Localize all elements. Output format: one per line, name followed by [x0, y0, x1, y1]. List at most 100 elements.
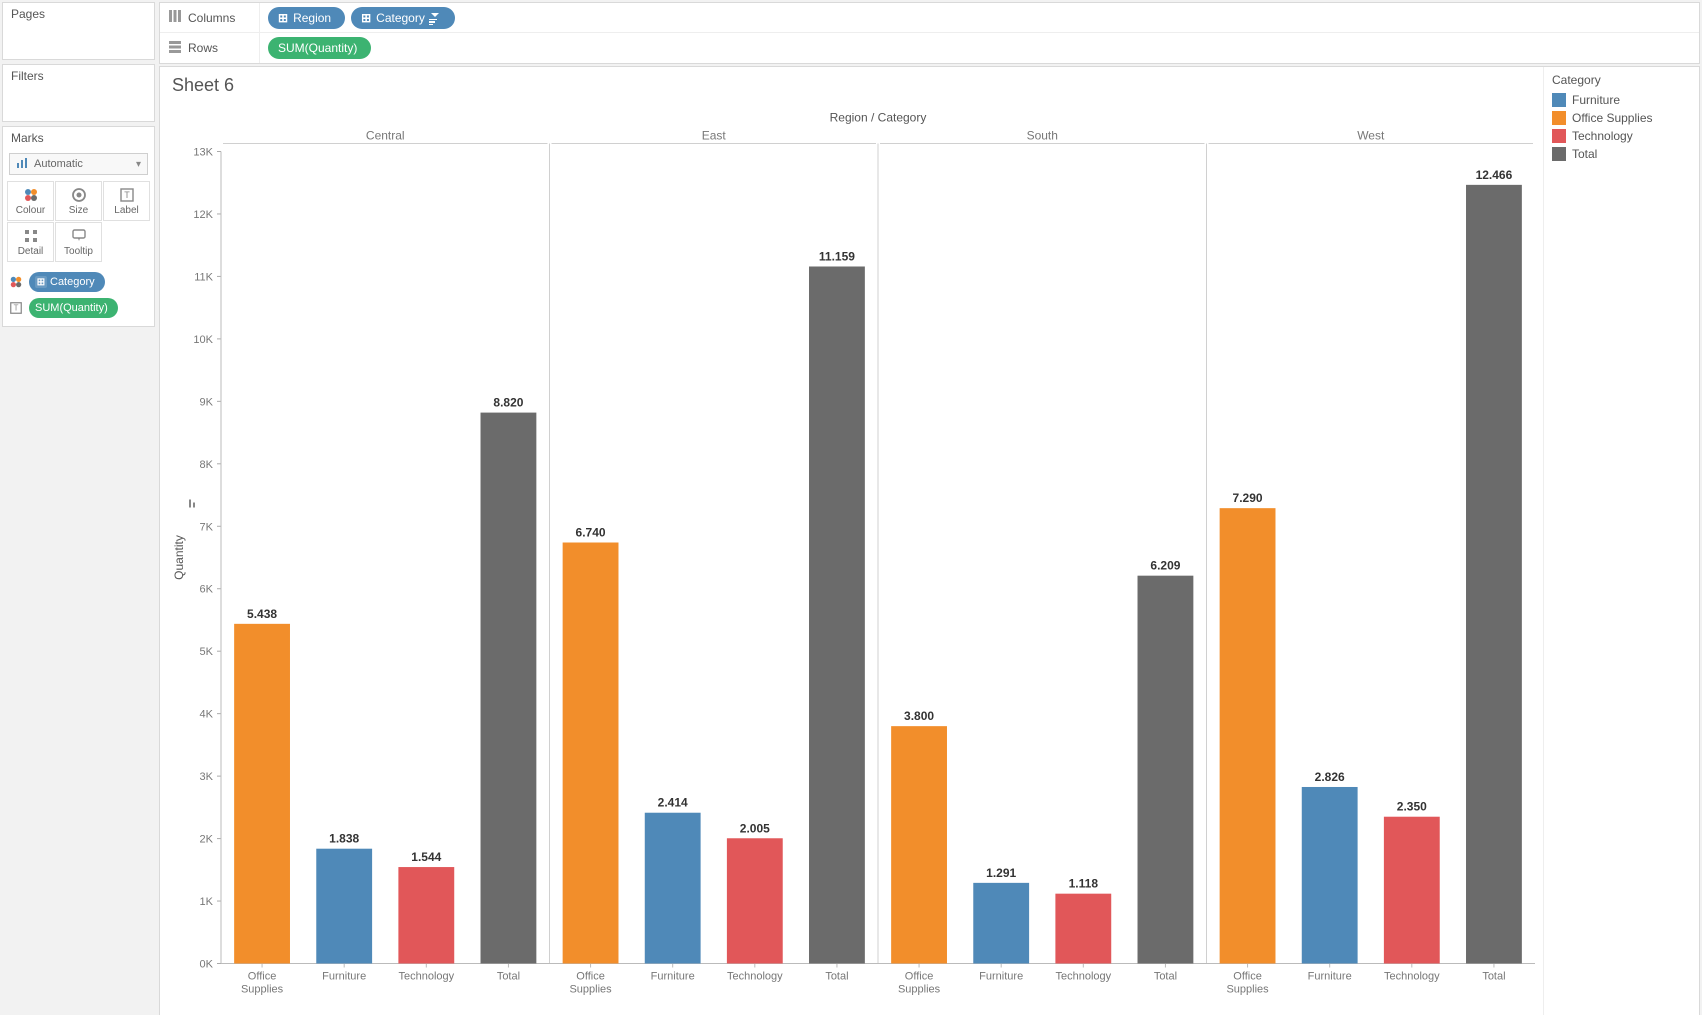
legend-item-label: Furniture	[1572, 93, 1620, 107]
bar-chart-icon	[16, 157, 28, 172]
legend-item-label: Total	[1572, 147, 1597, 161]
legend-item[interactable]: Technology	[1552, 129, 1691, 143]
axis-sort-icon	[189, 500, 191, 508]
bar-value-label: 2.414	[658, 796, 688, 810]
region-header: South	[1027, 129, 1058, 143]
columns-icon	[168, 9, 182, 26]
axis-sort-icon	[193, 503, 195, 508]
bar-value-label: 2.005	[740, 821, 770, 835]
y-tick-label: 0K	[200, 959, 214, 971]
columns-label: Columns	[188, 11, 235, 25]
y-tick-label: 13K	[193, 147, 213, 159]
bar-value-label: 5.438	[247, 607, 277, 621]
bar[interactable]	[891, 726, 947, 963]
marks-label-pill-sum-quantity-label: SUM(Quantity)	[35, 302, 108, 314]
y-tick-label: 7K	[200, 521, 214, 533]
marks-colour-button[interactable]: Colour	[7, 181, 54, 221]
chevron-down-icon: ▾	[136, 159, 141, 170]
bar[interactable]	[563, 543, 619, 964]
bar[interactable]	[809, 266, 865, 963]
bar[interactable]	[481, 413, 537, 964]
bar[interactable]	[973, 883, 1029, 964]
y-tick-label: 2K	[200, 834, 214, 846]
chart-canvas[interactable]: Region / CategoryCentralEastSouthWest0K1…	[166, 104, 1543, 1013]
detail-icon	[23, 228, 39, 244]
mark-type-dropdown[interactable]: Automatic ▾	[9, 153, 148, 175]
bar[interactable]	[1302, 787, 1358, 964]
bar[interactable]	[1138, 576, 1194, 964]
category-label: Furniture	[651, 971, 695, 983]
rows-shelf[interactable]: Rows SUM(Quantity)	[160, 33, 1699, 63]
category-label: Furniture	[979, 971, 1023, 983]
marks-label-label: Label	[114, 205, 138, 216]
marks-size-button[interactable]: Size	[55, 181, 102, 221]
bar-value-label: 1.544	[411, 850, 441, 864]
bar-value-label: 1.291	[986, 866, 1016, 880]
filters-shelf[interactable]: Filters	[2, 64, 155, 122]
pages-title: Pages	[3, 3, 154, 25]
legend-item-label: Technology	[1572, 129, 1633, 143]
marks-tooltip-button[interactable]: Tooltip	[55, 222, 102, 262]
category-label: Supplies	[569, 984, 612, 996]
size-icon	[71, 187, 87, 203]
marks-label-button[interactable]: T Label	[103, 181, 150, 221]
bar[interactable]	[1055, 894, 1111, 964]
y-tick-label: 12K	[193, 209, 213, 221]
category-label: Total	[1154, 971, 1177, 983]
marks-colour-pill-category[interactable]: ⊞ Category	[29, 272, 105, 292]
bar[interactable]	[1466, 185, 1522, 964]
bar[interactable]	[1384, 817, 1440, 964]
bar[interactable]	[234, 624, 290, 964]
colour-icon	[23, 187, 39, 203]
category-label: Office	[905, 971, 934, 983]
y-tick-label: 4K	[200, 709, 214, 721]
marks-title: Marks	[3, 127, 154, 149]
bar[interactable]	[398, 867, 454, 963]
y-tick-label: 9K	[200, 396, 214, 408]
label-icon: T	[119, 187, 135, 203]
legend-item-label: Office Supplies	[1572, 111, 1653, 125]
legend-card[interactable]: Category FurnitureOffice SuppliesTechnol…	[1543, 67, 1699, 1015]
category-label: Technology	[1384, 971, 1440, 983]
pages-shelf[interactable]: Pages	[2, 2, 155, 60]
legend-swatch-icon	[1552, 111, 1566, 125]
category-label: Supplies	[898, 984, 941, 996]
rows-pill-sum-quantity[interactable]: SUM(Quantity)	[268, 37, 371, 59]
bar[interactable]	[1220, 508, 1276, 963]
filters-title: Filters	[3, 65, 154, 87]
y-tick-label: 5K	[200, 646, 214, 658]
mark-type-label: Automatic	[34, 158, 83, 170]
legend-item[interactable]: Total	[1552, 147, 1691, 161]
marks-colour-label: Colour	[16, 205, 45, 216]
columns-pill-category-label: Category	[376, 11, 425, 25]
columns-pill-region[interactable]: ⊞ Region	[268, 7, 345, 29]
category-label: Total	[825, 971, 848, 983]
sheet-title[interactable]: Sheet 6	[166, 73, 1543, 104]
legend-item[interactable]: Furniture	[1552, 93, 1691, 107]
bar-value-label: 8.820	[493, 396, 523, 410]
bar-value-label: 7.290	[1233, 491, 1263, 505]
bar[interactable]	[727, 838, 783, 963]
marks-detail-button[interactable]: Detail	[7, 222, 54, 262]
category-label: Office	[1233, 971, 1262, 983]
category-label: Office	[248, 971, 277, 983]
y-tick-label: 1K	[200, 896, 214, 908]
plus-icon: ⊞	[35, 276, 47, 288]
region-header: Central	[366, 129, 405, 143]
bar[interactable]	[645, 813, 701, 964]
marks-label-pill-sum-quantity[interactable]: SUM(Quantity)	[29, 298, 118, 318]
svg-text:T: T	[124, 190, 130, 200]
columns-shelf[interactable]: Columns ⊞ Region ⊞ Category	[160, 3, 1699, 33]
bar-value-label: 6.209	[1150, 559, 1180, 573]
sort-desc-icon	[429, 13, 441, 23]
bar[interactable]	[316, 849, 372, 964]
category-label: Total	[1482, 971, 1505, 983]
marks-detail-label: Detail	[18, 246, 44, 257]
bar-value-label: 12.466	[1476, 168, 1513, 182]
legend-item[interactable]: Office Supplies	[1552, 111, 1691, 125]
region-header: East	[702, 129, 727, 143]
category-label: Office	[576, 971, 605, 983]
category-label: Supplies	[241, 984, 284, 996]
category-label: Furniture	[1308, 971, 1352, 983]
columns-pill-category[interactable]: ⊞ Category	[351, 7, 455, 29]
